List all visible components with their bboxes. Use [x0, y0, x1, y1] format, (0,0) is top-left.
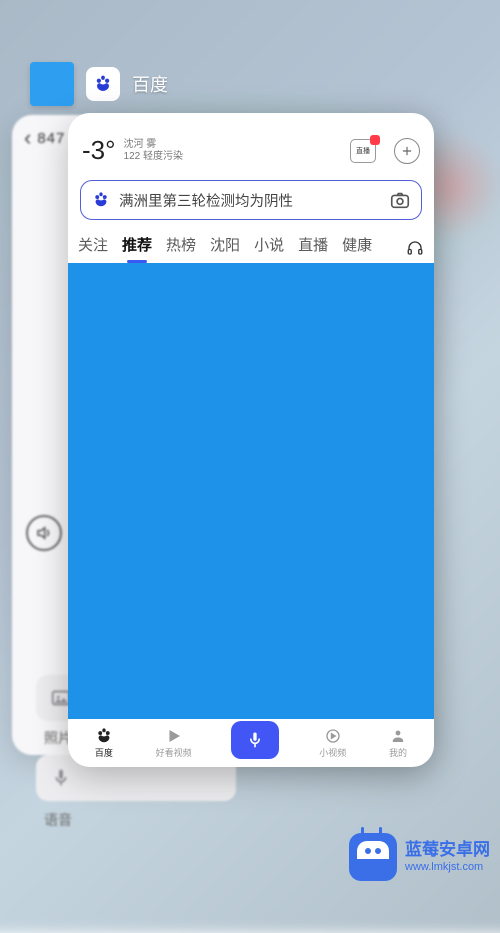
tab-recommend[interactable]: 推荐 [122, 232, 152, 263]
tab-hot[interactable]: 热榜 [166, 232, 196, 263]
nav-video[interactable]: 好看视频 [156, 727, 192, 759]
microphone-icon [245, 730, 265, 750]
feed-content[interactable] [68, 263, 434, 719]
microphone-icon [48, 767, 74, 789]
watermark-logo-icon [349, 833, 397, 881]
weather-bar: -3° 沈河 雾 122 轻度污染 直播 [68, 113, 434, 178]
tab-shenyang[interactable]: 沈阳 [210, 232, 240, 263]
nav-profile-label: 我的 [389, 746, 407, 759]
speaker-icon[interactable] [26, 515, 62, 551]
tab-novel[interactable]: 小说 [254, 232, 284, 263]
weather-location: 沈河 雾 [124, 139, 183, 151]
nav-voice-button[interactable] [231, 721, 279, 759]
recent-app-card-front[interactable]: -3° 沈河 雾 122 轻度污染 直播 满洲里第三轮检测均为阴性 [68, 113, 434, 767]
camera-icon [389, 189, 411, 211]
tab-live[interactable]: 直播 [298, 232, 328, 263]
temperature[interactable]: -3° [82, 135, 116, 166]
back-card-title: 847 [37, 130, 65, 147]
person-icon [386, 727, 410, 745]
bottom-nav: 百度 好看视频 小视频 我的 [68, 719, 434, 767]
baidu-app-icon [86, 67, 120, 101]
recent-app-header: 百度 [30, 62, 168, 106]
weather-details[interactable]: 沈河 雾 122 轻度污染 [124, 139, 183, 163]
add-button[interactable] [394, 138, 420, 164]
nav-home-label: 百度 [95, 746, 113, 759]
baidu-logo-icon [91, 190, 111, 210]
back-voice-label: 语音 [44, 810, 72, 830]
play-circle-icon [321, 727, 345, 745]
plus-icon [400, 144, 414, 158]
search-placeholder: 满洲里第三轮检测均为阴性 [119, 190, 381, 211]
audio-button[interactable] [406, 239, 424, 257]
camera-search-button[interactable] [389, 189, 411, 211]
tab-health[interactable]: 健康 [342, 232, 372, 263]
live-button-label: 直播 [356, 146, 370, 156]
notification-badge-icon [370, 135, 380, 145]
nav-short-video-label: 小视频 [319, 746, 346, 759]
nav-short-video[interactable]: 小视频 [319, 727, 346, 759]
watermark-url: www.lmkjst.com [405, 861, 490, 874]
nav-home[interactable]: 百度 [92, 727, 116, 759]
headphones-icon [406, 239, 424, 257]
search-input[interactable]: 满洲里第三轮检测均为阴性 [80, 180, 422, 220]
feed-tabs: 关注 推荐 热榜 沈阳 小说 直播 健康 [68, 230, 434, 263]
paw-icon [92, 727, 116, 745]
nav-video-label: 好看视频 [156, 746, 192, 759]
live-button[interactable]: 直播 [350, 139, 376, 163]
nav-profile[interactable]: 我的 [386, 727, 410, 759]
tab-follow[interactable]: 关注 [78, 232, 108, 263]
chevron-left-icon[interactable]: ‹ [24, 125, 31, 151]
play-icon [162, 727, 186, 745]
app-name-label: 百度 [132, 71, 168, 97]
weather-aqi: 122 轻度污染 [124, 151, 183, 163]
watermark-title: 蓝莓安卓网 [405, 840, 490, 860]
recent-app-thumb [30, 62, 74, 106]
watermark: 蓝莓安卓网 www.lmkjst.com [349, 833, 490, 881]
